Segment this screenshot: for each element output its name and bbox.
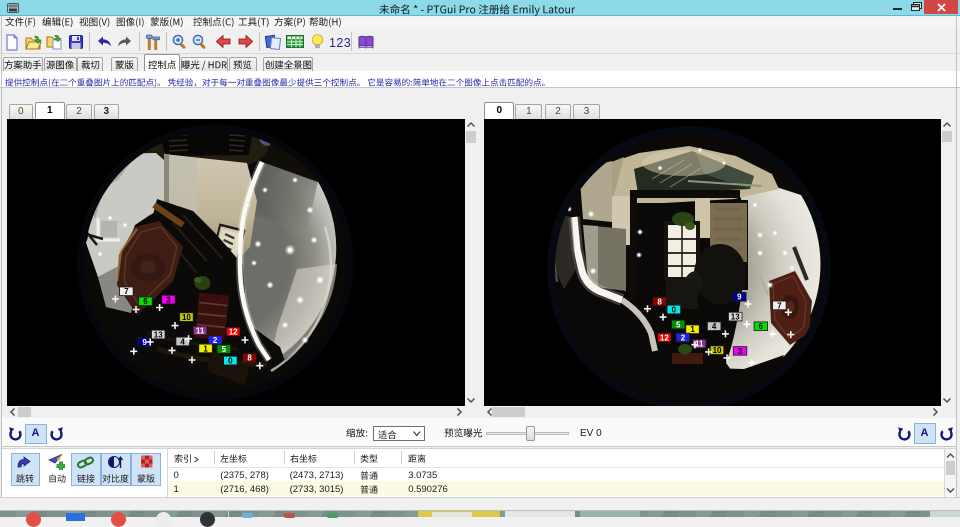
- svg-text:12: 12: [229, 328, 238, 337]
- svg-text:8: 8: [247, 354, 252, 363]
- svg-text:5: 5: [222, 345, 227, 354]
- svg-text:9: 9: [737, 293, 742, 302]
- svg-text:2: 2: [681, 333, 686, 342]
- svg-text:1: 1: [690, 325, 695, 334]
- svg-text:9: 9: [142, 338, 147, 347]
- svg-text:4: 4: [712, 322, 717, 331]
- svg-text:0: 0: [672, 305, 677, 314]
- svg-text:11: 11: [196, 326, 205, 335]
- svg-text:12: 12: [660, 333, 669, 342]
- svg-text:5: 5: [676, 320, 681, 329]
- svg-text:8: 8: [657, 297, 662, 306]
- svg-text:13: 13: [731, 313, 740, 322]
- svg-text:3: 3: [738, 347, 743, 356]
- svg-text:10: 10: [182, 313, 191, 322]
- svg-text:10: 10: [713, 346, 722, 355]
- svg-text:3: 3: [166, 296, 171, 305]
- svg-text:1: 1: [203, 344, 208, 353]
- svg-text:7: 7: [124, 287, 129, 296]
- svg-text:2: 2: [213, 336, 218, 345]
- svg-text:0: 0: [228, 357, 233, 366]
- svg-text:7: 7: [777, 301, 782, 310]
- svg-text:6: 6: [759, 322, 764, 331]
- svg-text:6: 6: [143, 297, 148, 306]
- svg-text:4: 4: [180, 337, 185, 346]
- svg-text:13: 13: [154, 330, 163, 339]
